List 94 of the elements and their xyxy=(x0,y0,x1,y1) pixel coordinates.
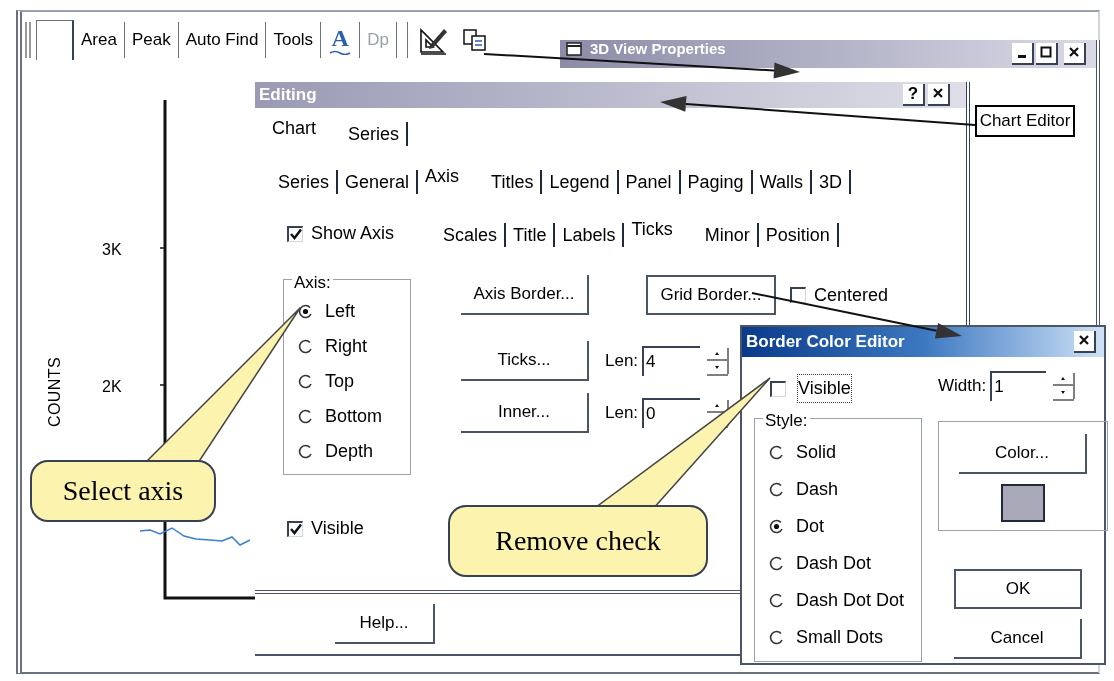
close-icon xyxy=(932,87,944,99)
tab[interactable]: Paging xyxy=(680,170,753,194)
tab[interactable]: Panel xyxy=(618,170,681,194)
toolbar-button[interactable]: Auto Find xyxy=(178,22,267,58)
close-button[interactable] xyxy=(1064,43,1086,65)
radio-label: Dash Dot xyxy=(796,552,872,575)
radio-label: Dash xyxy=(796,478,839,501)
checkbox[interactable] xyxy=(287,225,303,242)
callout: Remove check xyxy=(448,505,708,577)
radio-button[interactable] xyxy=(298,339,313,354)
radio-label: Depth xyxy=(325,440,374,463)
tab[interactable]: Titles xyxy=(484,170,543,194)
tab[interactable]: 3D xyxy=(811,170,851,194)
toolbar-box xyxy=(36,20,74,60)
radio-label: Bottom xyxy=(325,405,383,428)
close-icon xyxy=(1068,46,1080,58)
radio-label: Top xyxy=(325,370,355,393)
tab[interactable]: Ticks xyxy=(624,217,680,247)
radio-button[interactable] xyxy=(769,518,784,534)
tab[interactable]: Axis xyxy=(418,164,467,194)
number-field[interactable]: 4 xyxy=(642,346,701,376)
radio-label: Dash Dot Dot xyxy=(796,589,905,612)
close-icon xyxy=(1078,334,1090,346)
ruler-pencil-icon xyxy=(417,25,448,55)
number-field[interactable]: 1 xyxy=(990,371,1047,401)
checkbox-label: Show Axis xyxy=(311,222,395,245)
radio-button[interactable] xyxy=(298,374,313,389)
checkbox-label: Centered xyxy=(814,283,889,307)
font-button[interactable]: A xyxy=(329,25,352,55)
window-title: 3D View Properties xyxy=(590,41,726,57)
checkbox-label: Visible xyxy=(798,375,851,402)
radio-label: Solid xyxy=(796,441,837,464)
radio-button[interactable] xyxy=(769,629,784,645)
checkbox[interactable] xyxy=(287,520,303,537)
tab[interactable]: Minor xyxy=(697,223,759,247)
wavy-line-icon xyxy=(329,49,352,55)
maximize-icon xyxy=(1040,46,1052,58)
spinner-arrows-icon xyxy=(704,346,731,376)
cancel-button[interactable]: Cancel xyxy=(954,619,1082,659)
tab[interactable]: Walls xyxy=(752,170,812,194)
copy-icon xyxy=(461,28,488,52)
number-field[interactable]: 0 xyxy=(642,398,701,428)
checkbox-label: Visible xyxy=(311,517,364,540)
close-button[interactable] xyxy=(928,84,950,106)
callout: Select axis xyxy=(30,460,216,522)
radio-button[interactable] xyxy=(769,444,784,460)
tab[interactable]: Labels xyxy=(555,223,625,247)
window-title: Border Color Editor xyxy=(746,331,905,354)
radio-button[interactable] xyxy=(769,481,784,497)
chart-editor-button[interactable]: Chart Editor xyxy=(975,105,1075,137)
minimize-icon xyxy=(1018,55,1026,58)
radio-label: Right xyxy=(325,335,368,358)
tab[interactable]: Title xyxy=(506,223,556,247)
ok-button[interactable]: OK xyxy=(954,569,1082,609)
minimize-button[interactable] xyxy=(1012,43,1034,65)
help-button[interactable]: ? xyxy=(903,84,925,106)
radio-label: Small Dots xyxy=(796,626,884,649)
radio-button[interactable] xyxy=(298,304,313,319)
field-label: Width: xyxy=(938,375,987,398)
button[interactable]: Inner... xyxy=(461,393,589,433)
tab[interactable]: Series xyxy=(271,170,339,194)
checkbox[interactable] xyxy=(790,287,806,303)
radio-label: Dot xyxy=(796,515,824,538)
close-button[interactable] xyxy=(1074,331,1096,353)
help-button[interactable]: Help... xyxy=(335,604,435,644)
axis-title: COUNTS xyxy=(45,357,64,427)
toolbar-button[interactable]: Tools xyxy=(266,22,322,58)
tab[interactable]: Chart xyxy=(265,116,323,146)
radio-button[interactable] xyxy=(769,555,784,571)
checkbox[interactable] xyxy=(770,380,786,397)
spinner-arrows-icon xyxy=(1050,371,1077,401)
tab[interactable]: Legend xyxy=(542,170,619,194)
button[interactable]: Axis Border... xyxy=(461,275,589,315)
window-title: Editing xyxy=(259,84,317,107)
button[interactable]: Ticks... xyxy=(461,341,589,381)
tick-label: 2K xyxy=(102,377,122,397)
tab[interactable]: Position xyxy=(758,223,839,247)
radio-button[interactable] xyxy=(298,444,313,459)
tick-label: 3K xyxy=(102,240,122,260)
tab[interactable]: Series xyxy=(341,122,409,146)
radio-label: Left xyxy=(325,300,356,323)
tab[interactable]: Scales xyxy=(436,223,507,247)
field-label: Len: xyxy=(605,402,639,425)
window-icon xyxy=(566,41,582,57)
radio-button[interactable] xyxy=(769,592,784,608)
toolbar-button[interactable]: Area xyxy=(74,22,125,58)
radio-button[interactable] xyxy=(298,409,313,424)
field-label: Len: xyxy=(605,350,639,373)
toolbar-grip xyxy=(24,20,34,60)
button[interactable]: Color... xyxy=(959,434,1087,474)
tab[interactable]: General xyxy=(338,170,419,194)
maximize-button[interactable] xyxy=(1036,43,1058,65)
button[interactable]: Grid Border... xyxy=(646,275,776,315)
toolbar-button[interactable]: Peak xyxy=(124,22,179,58)
